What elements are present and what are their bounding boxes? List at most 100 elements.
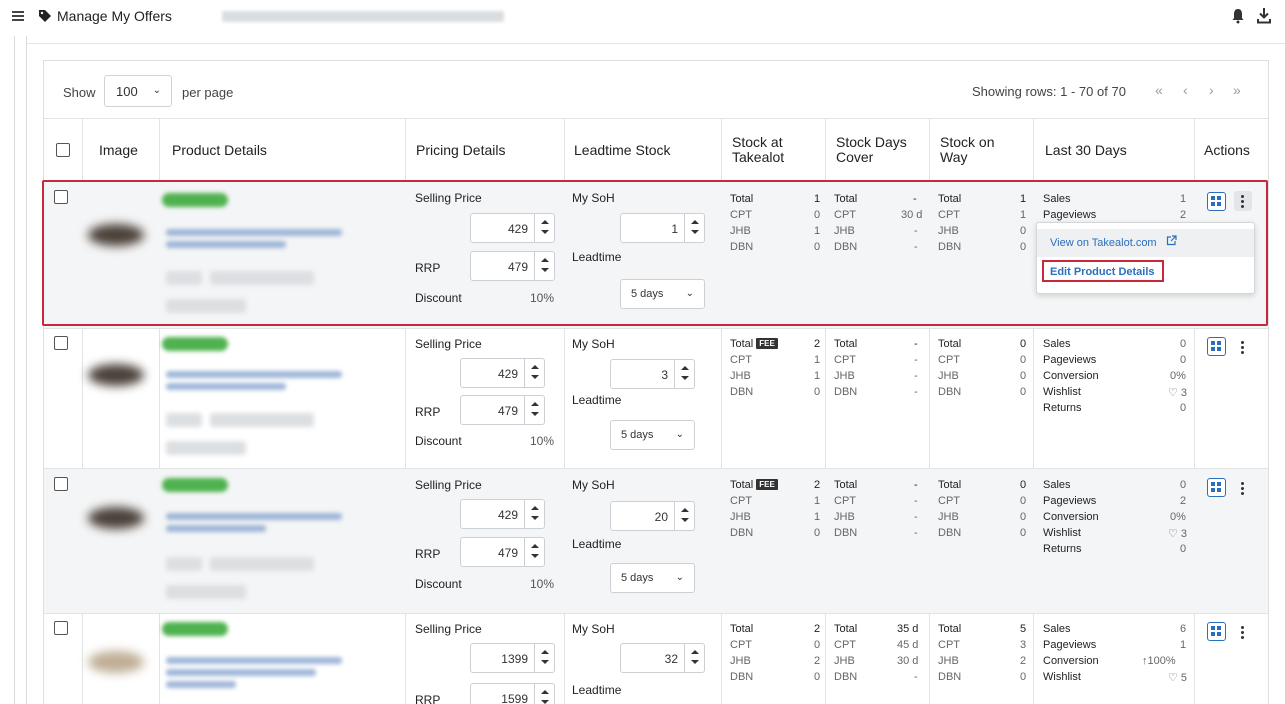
pageviews-label: Pageviews bbox=[1043, 354, 1097, 366]
more-actions-button[interactable] bbox=[1234, 622, 1252, 642]
column-header-product-details[interactable]: Product Details bbox=[172, 119, 267, 181]
product-title-link[interactable] bbox=[166, 241, 286, 248]
leadtime-select[interactable]: 5 days ⌄ bbox=[610, 563, 695, 593]
column-header-stock-on-way[interactable]: Stock on Way bbox=[940, 119, 994, 181]
onway-dbn: 0 bbox=[1020, 527, 1027, 539]
more-actions-button[interactable] bbox=[1234, 191, 1252, 211]
next-page-icon[interactable]: › bbox=[1209, 82, 1214, 98]
cover-total: - bbox=[914, 479, 918, 491]
stepper-icon[interactable] bbox=[674, 360, 694, 388]
column-header-stock-at-takealot[interactable]: Stock at Takealot bbox=[732, 119, 784, 181]
table-view-button[interactable] bbox=[1207, 337, 1226, 356]
chevron-down-icon: ⌄ bbox=[675, 572, 684, 583]
download-icon[interactable] bbox=[1257, 7, 1271, 24]
soh-input[interactable]: 32 bbox=[620, 643, 705, 673]
stepper-icon[interactable] bbox=[524, 359, 544, 387]
row-checkbox[interactable] bbox=[54, 190, 68, 204]
selling-price-input[interactable]: 1399 bbox=[470, 643, 555, 673]
cpt-label: CPT bbox=[730, 639, 752, 651]
leadtime-select[interactable]: 5 days ⌄ bbox=[620, 279, 705, 309]
row-checkbox[interactable] bbox=[54, 477, 68, 491]
conversion-label: Conversion bbox=[1043, 511, 1099, 523]
prev-page-icon[interactable]: ‹ bbox=[1183, 82, 1188, 98]
grid-icon bbox=[1211, 341, 1221, 351]
soh-input[interactable]: 20 bbox=[610, 501, 695, 531]
soh-label: My SoH bbox=[572, 478, 615, 492]
menu-icon[interactable] bbox=[12, 11, 24, 21]
column-header-stock-days-cover[interactable]: Stock Days Cover bbox=[836, 119, 907, 181]
onway-total: 1 bbox=[1020, 193, 1027, 205]
table-view-button[interactable] bbox=[1207, 478, 1226, 497]
product-title-link[interactable] bbox=[166, 371, 342, 378]
row-checkbox[interactable] bbox=[54, 336, 68, 350]
dbn-label: DBN bbox=[938, 386, 962, 398]
product-title-link[interactable] bbox=[166, 669, 316, 676]
chevron-down-icon: ⌄ bbox=[675, 429, 684, 440]
more-actions-button[interactable] bbox=[1234, 478, 1252, 498]
leadtime-select[interactable]: 5 days ⌄ bbox=[610, 420, 695, 450]
rrp-input[interactable]: 479 bbox=[460, 395, 545, 425]
bell-icon[interactable] bbox=[1231, 8, 1245, 24]
header-line: Takealot bbox=[732, 149, 785, 165]
column-header-last-30-days[interactable]: Last 30 Days bbox=[1045, 119, 1127, 181]
rrp-input[interactable]: 479 bbox=[460, 537, 545, 567]
last-page-icon[interactable]: » bbox=[1233, 82, 1241, 98]
product-title-link[interactable] bbox=[166, 513, 342, 520]
sales-label: Sales bbox=[1043, 623, 1071, 635]
stock-jhb: 1 bbox=[814, 511, 821, 523]
select-all-checkbox[interactable] bbox=[56, 143, 70, 157]
returns-label: Returns bbox=[1043, 543, 1082, 555]
rrp-input[interactable]: 1599 bbox=[470, 683, 555, 704]
total-fee-label: Total FEE bbox=[730, 479, 778, 491]
column-header-leadtime-stock[interactable]: Leadtime Stock bbox=[574, 119, 671, 181]
stepper-icon[interactable] bbox=[684, 214, 704, 242]
product-title-link[interactable] bbox=[166, 681, 236, 688]
product-title-link[interactable] bbox=[166, 657, 342, 664]
table-view-button[interactable] bbox=[1207, 192, 1226, 211]
stepper-icon[interactable] bbox=[524, 396, 544, 424]
cover-total: - bbox=[914, 338, 918, 350]
product-thumbnail bbox=[88, 651, 144, 673]
view-on-takealot-link[interactable]: View on Takealot.com bbox=[1037, 229, 1254, 257]
stepper-icon[interactable] bbox=[674, 502, 694, 530]
product-title-link[interactable] bbox=[166, 383, 286, 390]
sales-label: Sales bbox=[1043, 338, 1071, 350]
stepper-icon[interactable] bbox=[684, 644, 704, 672]
stepper-icon[interactable] bbox=[534, 644, 554, 672]
cover-total: - bbox=[913, 193, 917, 205]
product-title-link[interactable] bbox=[166, 229, 342, 236]
first-page-icon[interactable]: « bbox=[1155, 82, 1163, 98]
table-view-button[interactable] bbox=[1207, 622, 1226, 641]
selling-price-input[interactable]: 429 bbox=[460, 358, 545, 388]
input-value: 1399 bbox=[501, 652, 528, 666]
rrp-input[interactable]: 479 bbox=[470, 251, 555, 281]
dbn-label: DBN bbox=[730, 671, 754, 683]
selling-price-input[interactable]: 429 bbox=[460, 499, 545, 529]
stepper-icon[interactable] bbox=[534, 684, 554, 704]
status-badge bbox=[162, 337, 228, 351]
soh-input[interactable]: 1 bbox=[620, 213, 705, 243]
sales-value: 6 bbox=[1180, 623, 1187, 635]
column-header-image[interactable]: Image bbox=[99, 119, 138, 181]
more-actions-button[interactable] bbox=[1234, 337, 1252, 357]
stepper-icon[interactable] bbox=[534, 252, 554, 280]
soh-input[interactable]: 3 bbox=[610, 359, 695, 389]
stepper-icon[interactable] bbox=[524, 500, 544, 528]
divider bbox=[26, 43, 1285, 44]
per-page-select[interactable]: 100 ⌄ bbox=[104, 75, 172, 107]
stepper-icon[interactable] bbox=[534, 214, 554, 242]
row-checkbox[interactable] bbox=[54, 621, 68, 635]
cover-cpt: - bbox=[914, 354, 918, 366]
edit-product-details-link[interactable]: Edit Product Details bbox=[1042, 260, 1164, 282]
cpt-label: CPT bbox=[938, 354, 960, 366]
grid-icon bbox=[1211, 196, 1221, 206]
selling-price-input[interactable]: 429 bbox=[470, 213, 555, 243]
product-title-link[interactable] bbox=[166, 525, 266, 532]
leadtime-label: Leadtime bbox=[572, 250, 622, 264]
onway-dbn: 0 bbox=[1020, 241, 1027, 253]
pageviews-value: 0 bbox=[1180, 354, 1187, 366]
column-header-pricing-details[interactable]: Pricing Details bbox=[416, 119, 505, 181]
stepper-icon[interactable] bbox=[524, 538, 544, 566]
onway-cpt: 3 bbox=[1020, 639, 1027, 651]
cover-jhb: 30 d bbox=[897, 655, 919, 667]
